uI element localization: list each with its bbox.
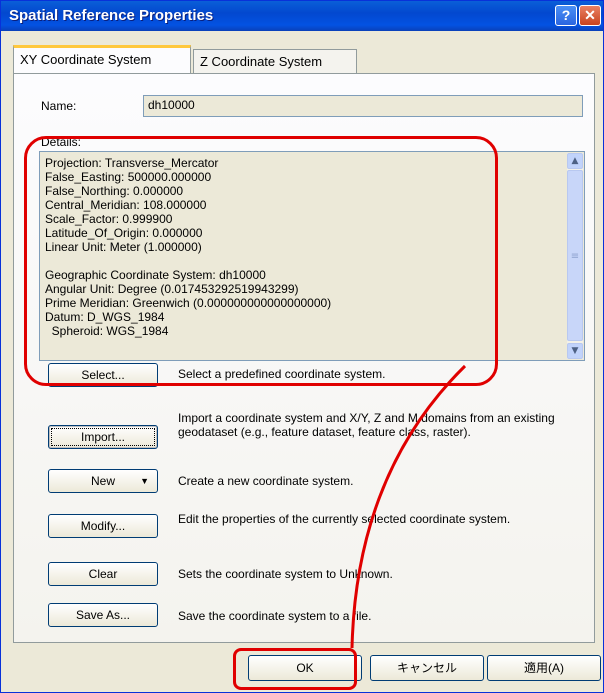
new-description: Create a new coordinate system. [178, 474, 354, 488]
name-field[interactable]: dh10000 [143, 95, 583, 117]
window-title: Spatial Reference Properties [9, 7, 214, 24]
import-description: Import a coordinate system and X/Y, Z an… [178, 411, 555, 439]
select-button[interactable]: Select... [48, 363, 158, 387]
new-button[interactable]: New ▼ [48, 469, 158, 493]
title-bar: Spatial Reference Properties ? ✕ [1, 1, 603, 31]
modify-button[interactable]: Modify... [48, 514, 158, 538]
scroll-down-icon[interactable]: ▼ [567, 343, 583, 359]
tab-xy-coordinate-system[interactable]: XY Coordinate System [13, 45, 191, 73]
ok-button[interactable]: OK [248, 655, 362, 681]
new-button-label: New [90, 474, 115, 488]
details-text: Projection: Transverse_Mercator False_Ea… [45, 156, 332, 338]
save-as-button[interactable]: Save As... [48, 603, 158, 627]
import-button[interactable]: Import... [48, 425, 158, 449]
details-scrollbar[interactable]: ▲ ≡ ▼ [567, 153, 583, 359]
chevron-down-icon: ▼ [140, 476, 149, 486]
apply-button[interactable]: 適用(A) [487, 655, 601, 681]
tab-panel: Name: dh10000 Details: Projection: Trans… [13, 73, 595, 643]
clear-button[interactable]: Clear [48, 562, 158, 586]
scroll-up-icon[interactable]: ▲ [567, 153, 583, 169]
modify-description: Edit the properties of the currently sel… [178, 512, 511, 526]
dialog-window: Spatial Reference Properties ? ✕ XY Coor… [0, 0, 604, 693]
details-textbox[interactable]: Projection: Transverse_Mercator False_Ea… [39, 151, 585, 361]
select-description: Select a predefined coordinate system. [178, 367, 386, 381]
close-button[interactable]: ✕ [579, 5, 601, 26]
tab-z-coordinate-system[interactable]: Z Coordinate System [193, 49, 357, 73]
clear-description: Sets the coordinate system to Unknown. [178, 567, 393, 581]
details-label: Details: [41, 135, 82, 149]
help-button[interactable]: ? [555, 5, 577, 26]
save-as-description: Save the coordinate system to a file. [178, 609, 372, 623]
cancel-button[interactable]: キャンセル [370, 655, 484, 681]
scroll-thumb[interactable]: ≡ [567, 170, 583, 341]
name-label: Name: [41, 99, 77, 113]
